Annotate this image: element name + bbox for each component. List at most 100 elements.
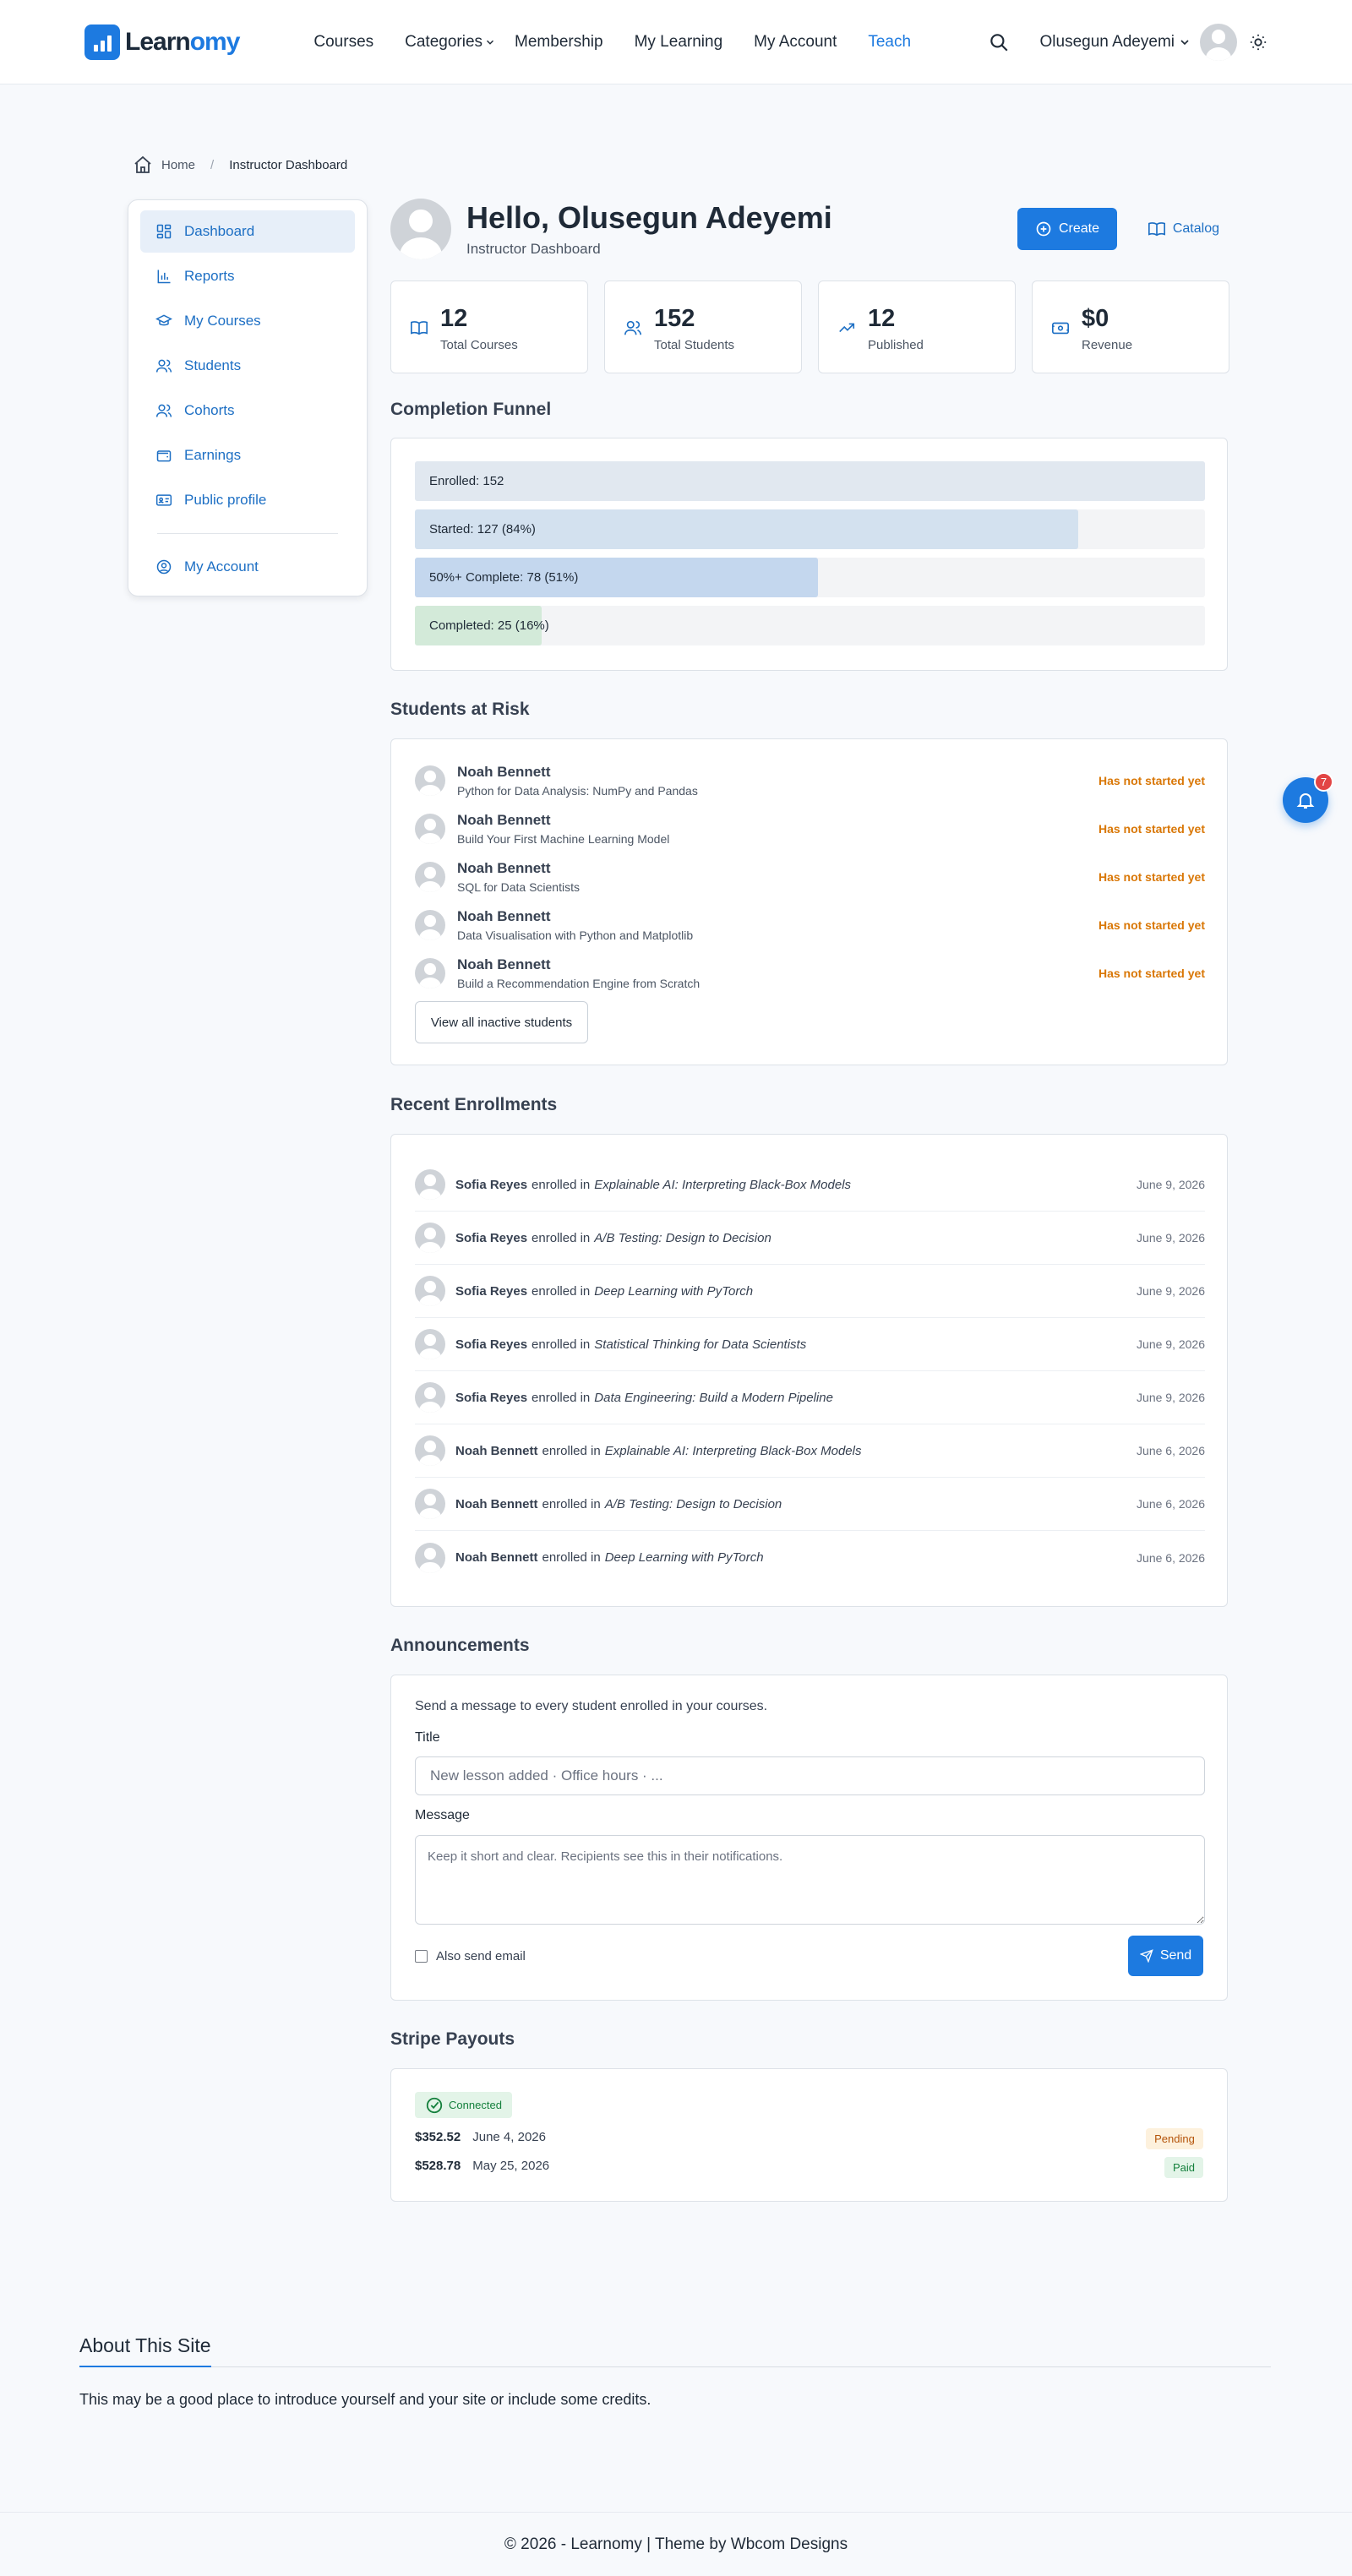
search-icon[interactable] bbox=[988, 31, 1010, 53]
status-badge: Has not started yet bbox=[1098, 870, 1205, 884]
stat-value: $0 bbox=[1082, 305, 1109, 332]
money-icon bbox=[1052, 322, 1069, 335]
send-email-checkbox[interactable] bbox=[415, 1950, 428, 1963]
sidebar-divider bbox=[157, 533, 338, 534]
list-item[interactable]: Noah Bennett Build Your First Machine Lea… bbox=[415, 808, 1205, 850]
nav-categories[interactable]: Categories bbox=[405, 33, 496, 52]
table-row[interactable]: Noah Bennett enrolled in Deep Learning wit… bbox=[415, 1531, 1205, 1584]
student-avatar bbox=[415, 1542, 445, 1573]
theme-toggle-sun-icon[interactable] bbox=[1249, 33, 1268, 52]
connected-badge: Connected bbox=[415, 2092, 512, 2118]
users-icon bbox=[155, 404, 172, 417]
list-item[interactable]: Noah Bennett Data Visualisation with Pyth… bbox=[415, 904, 1205, 946]
enrollment-course: Deep Learning with PyTorch bbox=[594, 1283, 754, 1299]
send-email-checkbox-row[interactable]: Also send email bbox=[415, 1949, 526, 1963]
student-avatar bbox=[415, 1169, 445, 1200]
enrollment-verb: enrolled in bbox=[532, 1337, 591, 1352]
logo-icon bbox=[84, 24, 120, 60]
dashboard-icon bbox=[156, 224, 172, 239]
nav-courses[interactable]: Courses bbox=[313, 33, 373, 52]
payout-amount: $352.52 bbox=[415, 2130, 461, 2144]
enrollment-course: Statistical Thinking for Data Scientists bbox=[594, 1337, 807, 1352]
list-item[interactable]: Noah Bennett Python for Data Analysis: Nu… bbox=[415, 760, 1205, 802]
sidebar-item-cohorts[interactable]: Cohorts bbox=[140, 389, 355, 432]
student-avatar bbox=[415, 910, 445, 940]
notifications-button[interactable]: 7 bbox=[1283, 772, 1333, 823]
list-item[interactable]: Noah Bennett SQL for Data Scientists Has n… bbox=[415, 856, 1205, 898]
catalog-button-label: Catalog bbox=[1172, 221, 1219, 236]
student-course: Python for Data Analysis: NumPy and Pand… bbox=[457, 784, 698, 798]
site-header: Learnomy Courses Categories Membership M… bbox=[0, 0, 1352, 84]
sidebar-item-label: Reports bbox=[184, 268, 235, 284]
table-row[interactable]: Sofia Reyes enrolled in Data Engineering: … bbox=[415, 1371, 1205, 1424]
table-row[interactable]: Sofia Reyes enrolled in Statistical Thinki… bbox=[415, 1318, 1205, 1371]
enrollments-card: Sofia Reyes enrolled in Explainable AI: In… bbox=[390, 1134, 1228, 1607]
funnel-bar-label: Started: 127 (84%) bbox=[429, 522, 536, 536]
sidebar-item-dashboard[interactable]: Dashboard bbox=[140, 210, 355, 253]
sidebar-item-earnings[interactable]: Earnings bbox=[140, 434, 355, 477]
student-course: Build a Recommendation Engine from Scrat… bbox=[457, 977, 701, 990]
enrollment-date: June 9, 2026 bbox=[1137, 1284, 1205, 1298]
nav-membership[interactable]: Membership bbox=[515, 33, 603, 52]
about-section: About This Site This may be a good place… bbox=[79, 2334, 1271, 2409]
nav-my-learning[interactable]: My Learning bbox=[635, 33, 723, 52]
table-row[interactable]: Noah Bennett enrolled in A/B Testing: Desi… bbox=[415, 1478, 1205, 1531]
enrollment-student: Sofia Reyes bbox=[455, 1337, 528, 1352]
send-button[interactable]: Send bbox=[1128, 1936, 1203, 1976]
message-field-label: Message bbox=[415, 1808, 470, 1822]
sidebar-item-students[interactable]: Students bbox=[140, 345, 355, 387]
breadcrumb-separator: / bbox=[210, 157, 215, 172]
sidebar-item-label: Earnings bbox=[184, 447, 242, 463]
user-avatar[interactable] bbox=[1200, 23, 1237, 61]
view-inactive-students-button[interactable]: View all inactive students bbox=[415, 1001, 588, 1043]
student-avatar bbox=[415, 862, 445, 892]
nav-my-account[interactable]: My Account bbox=[754, 33, 837, 52]
table-row[interactable]: Sofia Reyes enrolled in Explainable AI: In… bbox=[415, 1158, 1205, 1212]
nav-teach[interactable]: Teach bbox=[868, 33, 911, 52]
sidebar-item-public-profile[interactable]: Public profile bbox=[140, 479, 355, 521]
home-icon[interactable] bbox=[133, 155, 153, 175]
send-icon bbox=[1139, 1949, 1153, 1963]
site-logo[interactable]: Learnomy bbox=[84, 24, 240, 60]
table-row[interactable]: Noah Bennett enrolled in Explainable AI: I… bbox=[415, 1424, 1205, 1478]
stats-row: 12 Total Courses 152 Total Students 12 Publ… bbox=[390, 280, 1229, 373]
sidebar-item-my-account[interactable]: My Account bbox=[140, 546, 355, 588]
funnel-bar-enrolled: Enrolled: 152 bbox=[415, 461, 1205, 501]
user-menu[interactable]: Olusegun Adeyemi bbox=[1040, 23, 1237, 61]
student-avatar bbox=[415, 1382, 445, 1413]
enrollment-course: Data Engineering: Build a Modern Pipelin… bbox=[594, 1390, 833, 1405]
footer-prefix: © 2026 - bbox=[504, 2535, 571, 2553]
notification-count-badge: 7 bbox=[1314, 772, 1333, 792]
payout-amount: $528.78 bbox=[415, 2159, 461, 2173]
table-row[interactable]: Sofia Reyes enrolled in Deep Learning with… bbox=[415, 1265, 1205, 1318]
catalog-button[interactable]: Catalog bbox=[1148, 208, 1219, 250]
list-item[interactable]: Noah Bennett Build a Recommendation Engin… bbox=[415, 952, 1205, 994]
table-row[interactable]: Sofia Reyes enrolled in A/B Testing: Desig… bbox=[415, 1212, 1205, 1265]
bar-chart-icon bbox=[157, 270, 171, 284]
footer-theme-link[interactable]: Wbcom Designs bbox=[731, 2535, 848, 2554]
create-button-label: Create bbox=[1058, 221, 1100, 236]
stat-value: 152 bbox=[654, 305, 695, 332]
status-badge: Has not started yet bbox=[1098, 822, 1205, 836]
payout-row: $528.78 May 25, 2026 bbox=[415, 2159, 549, 2173]
wallet-icon bbox=[156, 450, 172, 462]
enrollment-course: A/B Testing: Design to Decision bbox=[604, 1496, 782, 1511]
funnel-bar-completed: Completed: 25 (16%) bbox=[415, 606, 1205, 645]
at-risk-title: Students at Risk bbox=[390, 700, 530, 719]
breadcrumb-current: Instructor Dashboard bbox=[229, 157, 348, 172]
sidebar-item-my-courses[interactable]: My Courses bbox=[140, 300, 355, 342]
enrollment-student: Noah Bennett bbox=[455, 1443, 538, 1458]
enrollment-date: June 9, 2026 bbox=[1137, 1391, 1205, 1404]
bell-icon bbox=[1296, 793, 1315, 809]
page-subtitle: Instructor Dashboard bbox=[466, 241, 601, 257]
student-avatar bbox=[415, 958, 445, 988]
footer-site-link[interactable]: Learnomy bbox=[570, 2535, 642, 2554]
breadcrumb-home[interactable]: Home bbox=[161, 158, 195, 172]
announcement-message-input[interactable] bbox=[415, 1835, 1205, 1925]
create-button[interactable]: Create bbox=[1017, 208, 1117, 250]
enrollment-student: Sofia Reyes bbox=[455, 1177, 528, 1192]
announcement-title-input[interactable] bbox=[415, 1756, 1205, 1795]
sidebar-item-reports[interactable]: Reports bbox=[140, 255, 355, 297]
page-title: Hello, Olusegun Adeyemi bbox=[466, 200, 832, 235]
sidebar-item-label: Cohorts bbox=[184, 402, 235, 418]
